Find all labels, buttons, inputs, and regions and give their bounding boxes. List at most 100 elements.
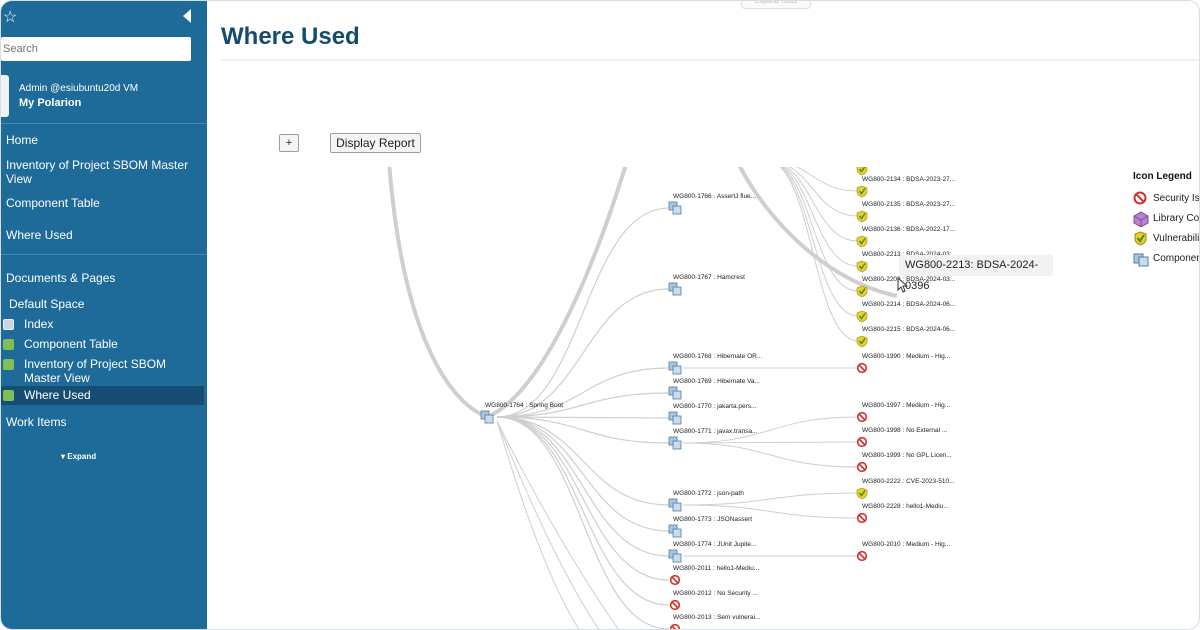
component-icon xyxy=(1133,253,1149,267)
component-icon[interactable] xyxy=(668,436,682,450)
tree-node-label[interactable]: WG800-1772 : json-path xyxy=(673,490,744,497)
component-icon[interactable] xyxy=(668,549,682,563)
component-icon[interactable] xyxy=(668,386,682,400)
tree-node-label[interactable]: WG800-1773 : JSONassert xyxy=(673,516,752,523)
tree-link xyxy=(496,416,670,629)
tree-node-label[interactable]: WG800-1998 : No External ... xyxy=(862,427,947,434)
tree-node-label[interactable]: WG800-1769 : Hibernate Va... xyxy=(673,378,760,385)
nav-item-component-table[interactable]: Component Table xyxy=(6,196,100,210)
vulnerability-icon[interactable] xyxy=(856,285,868,298)
vulnerability-icon[interactable] xyxy=(856,235,868,248)
security-issue-icon[interactable] xyxy=(669,574,681,586)
tree-node-label[interactable]: WG800-2136 : BDSA-2022-17... xyxy=(862,226,955,233)
sidebar-divider xyxy=(1,254,207,255)
component-icon[interactable] xyxy=(668,361,682,375)
vulnerability-icon[interactable] xyxy=(856,185,868,198)
component-icon[interactable] xyxy=(668,524,682,538)
space-default[interactable]: Default Space xyxy=(9,297,84,311)
tree-node-label[interactable]: WG800-1766 : AssertJ flue... xyxy=(673,193,756,200)
tree-node-label[interactable]: WG800-2228 : hello1-Mediu... xyxy=(862,503,949,510)
user-panel[interactable]: Admin @esiubuntu20d VM My Polarion xyxy=(1,75,207,121)
app-window: ☆ Admin @esiubuntu20d VM My Polarion Hom… xyxy=(0,0,1200,630)
tree-node-label[interactable]: WG800-2135 : BDSA-2023-27... xyxy=(862,201,955,208)
security-issue-icon[interactable] xyxy=(856,411,868,423)
tree-root-label[interactable]: WG800-1764 : Spring Boot xyxy=(485,402,563,409)
tree-link xyxy=(785,167,859,242)
page-icon xyxy=(3,339,14,350)
tree-link xyxy=(795,167,859,192)
avatar xyxy=(1,75,9,117)
security-issue-icon[interactable] xyxy=(856,461,868,473)
nav-item-work-items[interactable]: Work Items xyxy=(6,415,66,429)
nav-item-home[interactable]: Home xyxy=(6,133,38,147)
tree-node-label[interactable]: WG800-2215 : BDSA-2024-06... xyxy=(862,326,955,333)
vulnerability-icon xyxy=(1134,231,1147,246)
vulnerability-icon[interactable] xyxy=(856,335,868,348)
node-tooltip: WG800-2213: BDSA-2024-0396 xyxy=(899,255,1053,292)
component-icon[interactable] xyxy=(668,411,682,425)
tree-link xyxy=(496,416,670,606)
tree-node-label[interactable]: WG800-2011 : hello1-Mediu... xyxy=(673,565,759,572)
tree-node-label[interactable]: WG800-1768 : Hibernate OR... xyxy=(673,353,762,360)
page-icon xyxy=(3,390,14,401)
security-issue-icon[interactable] xyxy=(856,362,868,374)
tree-node-label[interactable]: WG800-1999 : No GPL Licen... xyxy=(862,452,952,459)
component-icon[interactable] xyxy=(668,282,682,296)
tree-link xyxy=(496,416,670,532)
legend-title: Icon Legend xyxy=(1133,171,1192,182)
tree-node-label[interactable]: WG800-1770 : jakarta.pers... xyxy=(673,403,757,410)
security-issue-icon[interactable] xyxy=(669,599,681,611)
tree-node-label[interactable]: WG800-1990 : Medium - Hig... xyxy=(862,353,950,360)
tree-link xyxy=(682,442,859,468)
tree-node-label[interactable]: WG800-2214 : BDSA-2024-06... xyxy=(862,301,955,308)
sidebar: ☆ Admin @esiubuntu20d VM My Polarion Hom… xyxy=(1,1,207,629)
page-icon xyxy=(3,359,14,370)
vulnerability-icon[interactable] xyxy=(856,310,868,323)
vulnerability-icon[interactable] xyxy=(856,260,868,273)
page-item-index[interactable]: Index xyxy=(1,315,204,334)
vulnerability-icon[interactable] xyxy=(856,487,868,500)
collapse-sidebar-icon[interactable] xyxy=(183,9,191,23)
page-item-inventory[interactable]: Inventory of Project SBOM Master View xyxy=(1,355,204,385)
vulnerability-icon[interactable] xyxy=(856,210,868,223)
expand-button[interactable]: ▾ Expand xyxy=(61,452,96,461)
tree-node-label[interactable]: WG800-1771 : javax.transa... xyxy=(673,428,758,435)
component-icon[interactable] xyxy=(668,201,682,215)
tree-link xyxy=(496,288,670,418)
tree-link xyxy=(496,416,670,581)
security-issue-icon[interactable] xyxy=(669,623,681,630)
sidebar-divider xyxy=(1,123,207,124)
favorite-star-icon[interactable]: ☆ xyxy=(3,7,17,27)
user-name: Admin @esiubuntu20d VM xyxy=(19,83,139,94)
parent-branch xyxy=(486,167,628,419)
library-component-icon xyxy=(1133,211,1149,227)
vulnerability-icon[interactable] xyxy=(856,164,868,176)
security-issue-icon[interactable] xyxy=(856,436,868,448)
nav-item-inventory[interactable]: Inventory of Project SBOM Master View xyxy=(6,158,196,186)
tree-node-label[interactable]: WG800-2134 : BDSA-2023-27... xyxy=(862,176,955,183)
parent-branch xyxy=(387,167,488,419)
security-issue-icon[interactable] xyxy=(856,550,868,562)
security-issue-icon xyxy=(1133,191,1147,205)
documents-pages-heading[interactable]: Documents & Pages xyxy=(6,271,115,285)
tree-node-label[interactable]: WG800-2010 : Medium - Hig... xyxy=(862,541,950,548)
tree-node-label[interactable]: WG800-1767 : Hamcrest xyxy=(673,274,745,281)
page-item-component-table[interactable]: Component Table xyxy=(1,335,204,354)
tree-node-label[interactable]: WG800-2012 : No Security ... xyxy=(673,590,758,597)
tree-link xyxy=(496,416,670,557)
tree-node-label[interactable]: WG800-1774 : JUnit Jupite... xyxy=(673,541,757,548)
security-issue-icon[interactable] xyxy=(856,512,868,524)
tree-node-label[interactable]: WG800-1997 : Medium - Hig... xyxy=(862,402,950,409)
tree-node-label[interactable]: WG800-2222 : CVE-2023-510... xyxy=(862,478,955,485)
component-icon[interactable] xyxy=(668,498,682,512)
mouse-pointer-icon xyxy=(897,277,909,293)
where-used-tree[interactable]: WG800-1766 : AssertJ flue... WG800-1767 :… xyxy=(207,1,1200,630)
my-polarion-link[interactable]: My Polarion xyxy=(19,97,81,109)
tree-node-label[interactable]: WG800-2013 : Sem vulnerai... xyxy=(673,614,761,621)
nav-item-where-used[interactable]: Where Used xyxy=(6,228,73,242)
index-icon xyxy=(3,319,14,330)
main-content: Expand Tools Where Used + Display Report… xyxy=(207,1,1200,630)
tree-link xyxy=(788,167,859,217)
page-item-where-used[interactable]: Where Used xyxy=(1,386,204,405)
search-input[interactable] xyxy=(1,37,191,61)
